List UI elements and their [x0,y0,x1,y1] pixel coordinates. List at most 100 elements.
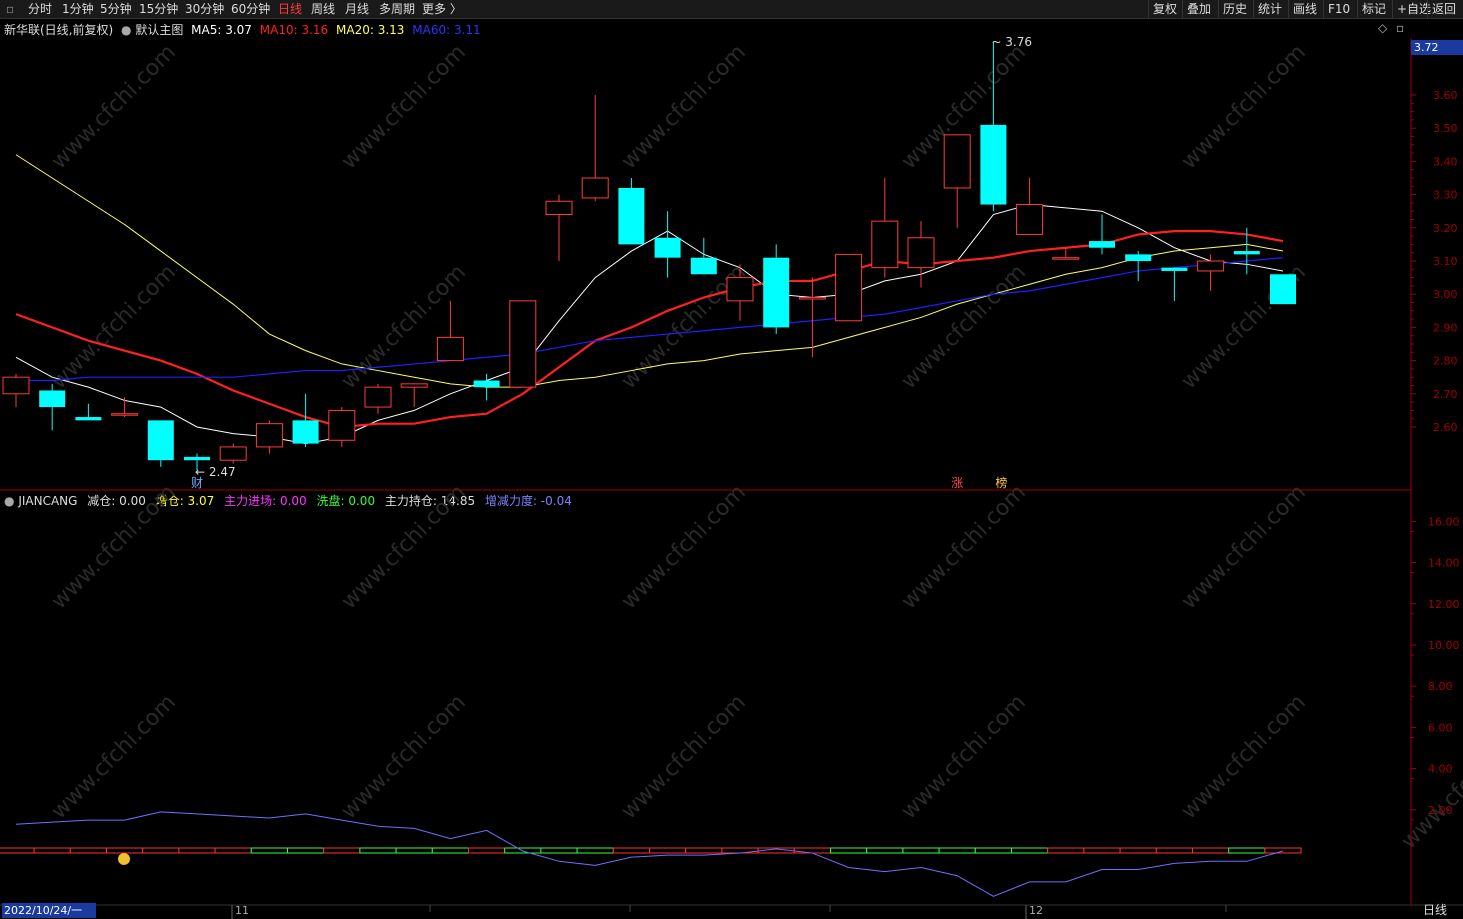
candle [581,95,609,202]
date-month-11: 11 [235,904,249,917]
price-tick-label: 3.60 [1433,89,1458,102]
candle [980,41,1007,212]
high-marker: ~ 3.76 [991,35,1032,49]
candle-body-up [726,277,754,302]
candle [1089,214,1115,255]
candle [328,407,356,447]
tab-60min[interactable]: 60分钟 [231,0,270,18]
current-price-label: 3.72 [1414,41,1439,54]
fuquan-button[interactable]: 复权 [1148,0,1181,18]
watermark-text: www.cfchi.com [617,480,751,614]
main-header: 新华联(日线,前复权) ● 默认主图 MA5: 3.07 MA10: 3.16 … [4,21,481,38]
watermark-layer: www.cfchi.com www.cfchi.com www.cfchi.com w… [47,40,1463,854]
candle-body-up [328,409,356,441]
date-axis: 2022/10/24/一 11 12 日线 [2,903,1447,919]
candle-body-down [654,237,681,258]
event-bang: 榜 [995,475,1007,490]
watermark-text: www.cfchi.com [617,40,751,174]
sub-header: ● JIANCANG 减仓: 0.00 增仓: 3.07 主力进场: 0.00 … [4,492,572,509]
candle [763,244,790,335]
date-start: 2022/10/24/一 [4,904,82,917]
ma5-label: MA5: 3.07 [191,23,252,37]
candle [436,300,464,362]
candle [400,383,428,408]
history-button[interactable]: 历史 [1218,0,1251,18]
candle [364,383,392,414]
zenghe-label: 增仓: 3.07 [155,494,215,508]
corner-icon[interactable]: ▫ [6,0,14,18]
tab-daily[interactable]: 日线 [278,0,302,18]
candle-body-down [763,257,790,328]
candle-body-up [1016,204,1044,235]
sub-bar [69,847,108,854]
low-marker: ← 2.47 [195,465,236,479]
candle-body-up [219,446,247,461]
back-button[interactable]: 返回 [1427,0,1460,18]
candle-body-down [292,420,319,444]
candle [255,420,283,454]
zhuli-cc-label: 主力持仓: 14.85 [384,494,476,508]
tab-15min[interactable]: 15分钟 [139,0,178,18]
mark-button[interactable]: 标记 [1357,0,1390,18]
stats-button[interactable]: 统计 [1253,0,1286,18]
sub-indicator-icon[interactable]: ● [4,494,14,508]
sub-bar [1083,847,1121,854]
tab-monthly[interactable]: 月线 [345,0,369,18]
corner-square-icon[interactable]: ▫ [1396,21,1404,35]
sub-bar [540,847,578,854]
ma10-line [15,230,1284,429]
tab-multi-period[interactable]: 多周期 [379,0,415,18]
template-name[interactable]: 默认主图 [135,23,183,37]
watermark-text: www.cfchi.com [897,480,1031,614]
candle [690,237,717,275]
template-dropdown-icon[interactable]: ● [121,23,131,37]
chart-frame [0,38,1463,906]
tab-1min[interactable]: 1分钟 [62,0,94,18]
ma20-label: MA20: 3.13 [336,23,405,37]
f10-button[interactable]: F10 [1323,0,1354,18]
overlay-button[interactable]: 叠加 [1182,0,1215,18]
sub-bar [866,847,904,854]
watermark-text: www.cfchi.com [617,260,751,394]
sub-bar [323,847,361,854]
sub-indicator: 16.00 14.00 12.00 10.00 8.00 6.00 4.00 2.00 [0,515,1460,897]
kline-chart[interactable]: www.cfchi.com www.cfchi.com www.cfchi.com w… [0,0,1463,919]
tab-30min[interactable]: 30分钟 [185,0,224,18]
ma20-line [15,154,1284,388]
candle [1270,274,1296,305]
candle-body-up [943,134,971,189]
candle-body-down [980,124,1007,205]
tab-5min[interactable]: 5分钟 [100,0,132,18]
candle [1052,247,1080,260]
candle-body-up [509,300,537,388]
price-axis: 3.60 3.50 3.40 3.30 3.20 3.10 3.00 2.90 2.80 2.70… [1411,40,1463,434]
candles [2,41,1296,471]
candle-body-up [111,413,139,416]
sub-bar [1011,847,1049,854]
sub-bar [250,847,289,854]
candle-body-up [545,200,573,216]
candle [545,194,573,261]
diamond-icon[interactable]: ◇ [1378,21,1387,35]
sub-bar [287,847,325,854]
sub-indicator-name[interactable]: JIANCANG [18,494,77,508]
zhuli-jc-label: 主力进场: 0.00 [224,494,307,508]
sub-bar [1192,847,1230,854]
tab-more[interactable]: 更多 〉 [422,0,462,18]
sub-tick-label: 10.00 [1428,639,1460,652]
watermark-text: www.cfchi.com [1177,690,1311,824]
candle-body-up [436,336,464,362]
price-tick-label: 2.80 [1433,355,1458,368]
tab-weekly[interactable]: 周线 [311,0,335,18]
candle-body-down [690,257,717,275]
stock-name: 新华联(日线,前复权) [4,23,114,37]
draw-button[interactable]: 画线 [1288,0,1321,18]
candle [219,443,247,464]
watermark-text: www.cfchi.com [1177,40,1311,174]
sub-bar [757,847,795,854]
sub-bar [1047,847,1085,854]
watermark-text: www.cfchi.com [897,40,1031,174]
candle [39,383,66,431]
watermark-text: www.cfchi.com [337,260,471,394]
tab-fenshi[interactable]: 分时 [28,0,52,18]
